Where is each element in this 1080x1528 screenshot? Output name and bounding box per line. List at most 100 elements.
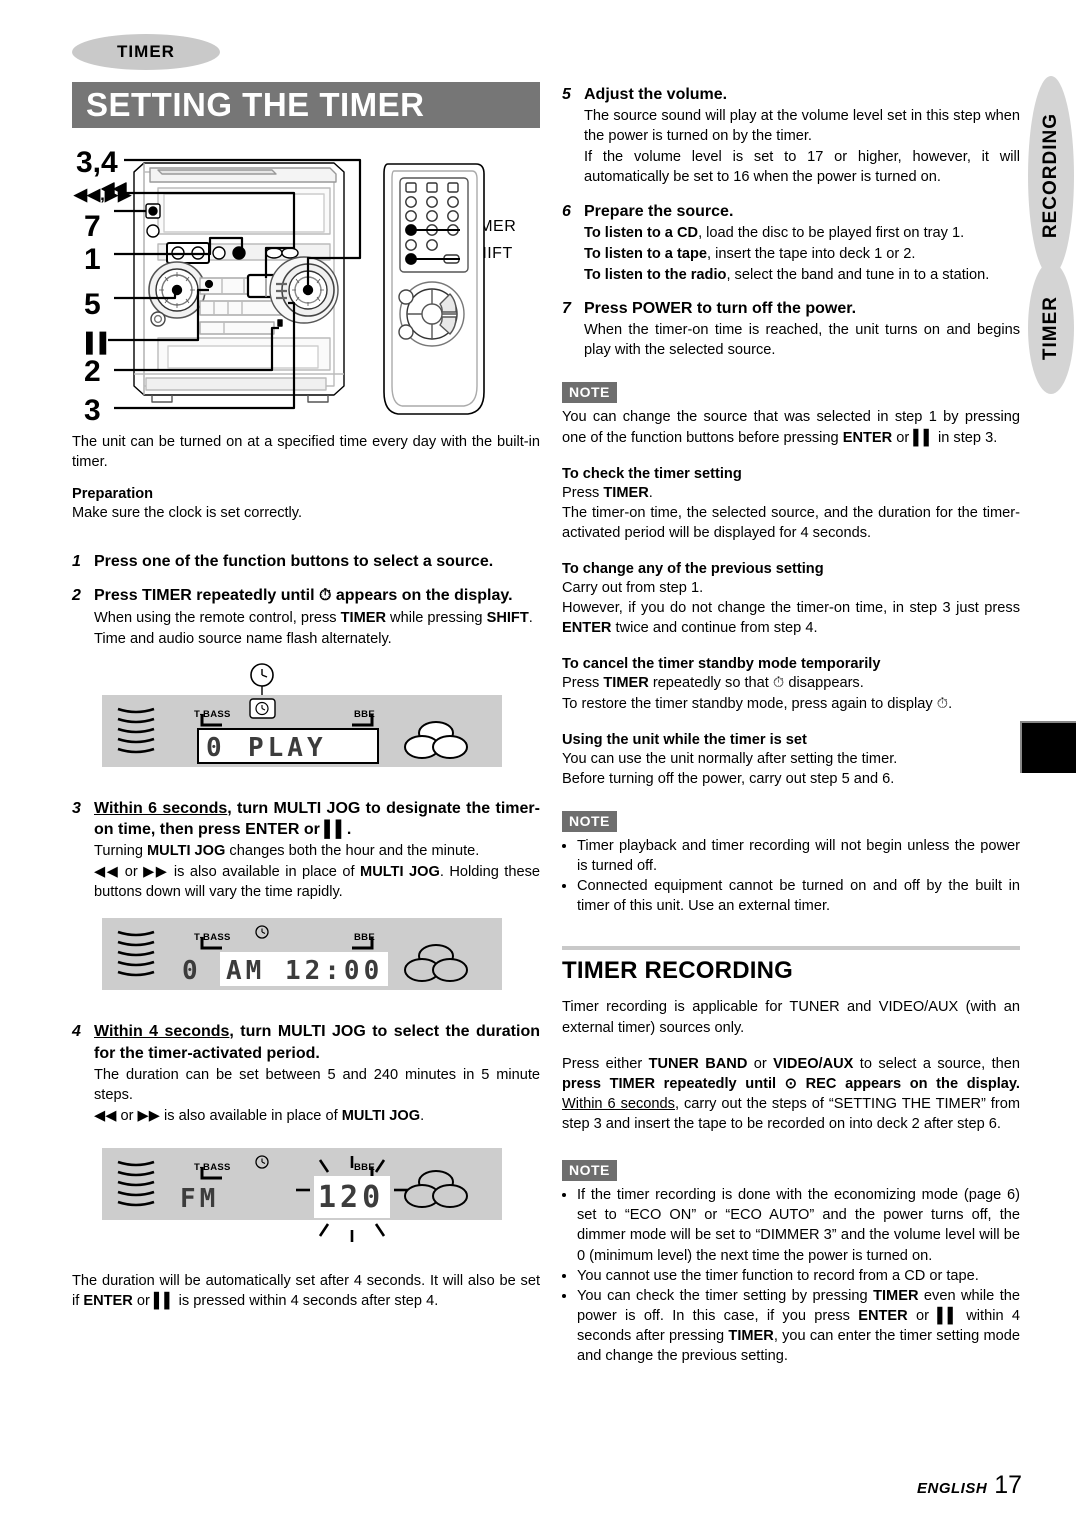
section-using-unit-line-2: Before turning off the power, carry out … — [562, 770, 895, 787]
note-1-badge: NOTE — [562, 382, 617, 404]
page-footer: ENGLISH 17 — [917, 1471, 1022, 1500]
step-4-number: 4 — [72, 1023, 81, 1041]
chapter-tab-label: TIMER — [117, 42, 175, 61]
after-step-4-text: The duration will be automatically set a… — [72, 1273, 540, 1310]
section-cancel-standby-line-1: Press TIMER repeatedly so that ⏱ disappe… — [562, 675, 864, 692]
intro-paragraph: The unit can be turned on at a specified… — [72, 434, 540, 471]
preparation-text: Make sure the clock is set correctly. — [72, 505, 303, 522]
section-cancel-standby: To cancel the timer standby mode tempora… — [562, 656, 1020, 713]
timer-recording-heading: TIMER RECORDING — [562, 957, 793, 985]
section-cancel-standby-line-2: To restore the timer standby mode, press… — [562, 695, 953, 712]
display-play-segment-left: 0 — [206, 732, 226, 763]
display-fm-segment-main: 120 — [318, 1180, 385, 1216]
display-play-tbass: T-BASS — [194, 708, 231, 720]
edge-tab-recording-label: RECORDING — [1040, 113, 1061, 239]
edge-tab-timer[interactable]: TIMER — [1028, 262, 1074, 394]
step-6-radio-rest: , select the band and tune in to a stati… — [726, 266, 990, 283]
right-column: 5 Adjust the volume. The source sound wi… — [562, 84, 1020, 1366]
step-6-cd-rest: , load the disc to be played first on tr… — [698, 224, 965, 241]
system-diagram: 3,4 ◀◀,▶▶ 7 1 5 ▌▌ 2 3 TIMER SHIFT — [72, 138, 540, 428]
step-6-sub-tape: To listen to a tape, insert the tape int… — [584, 244, 1020, 264]
note-1-text: You can change the source that was selec… — [562, 409, 1020, 446]
timer-recording-section: TIMER RECORDING Timer recording is appli… — [562, 946, 1020, 1134]
section-change-setting-heading: To change any of the previous setting — [562, 561, 824, 578]
step-3-title: Within 6 seconds, turn MULTI JOG to desi… — [94, 798, 540, 840]
step-7-sub-1: When the timer-on time is reached, the u… — [584, 322, 1020, 359]
display-fm-segment-left: FM — [180, 1184, 220, 1215]
note-3-item-1: If the timer recording is done with the … — [577, 1185, 1020, 1266]
section-cancel-standby-heading: To cancel the timer standby mode tempora… — [562, 656, 881, 673]
step-6-tape-bold: To listen to a tape — [584, 245, 707, 262]
note-2-badge: NOTE — [562, 810, 617, 832]
display-fm-tbass: T-BASS — [194, 1162, 231, 1174]
step-6-cd-bold: To listen to a CD — [584, 224, 699, 241]
diagram-art — [101, 158, 485, 415]
display-fm-120: T-BASS BBE FM 120 — [102, 1138, 502, 1253]
footer-page-number: 17 — [994, 1471, 1022, 1499]
step-7-title: Press POWER to turn off the power. — [584, 300, 857, 318]
step-3-title-underline: Within 6 seconds — [94, 799, 228, 817]
step-2-number: 2 — [72, 587, 81, 605]
step-4-title: Within 4 seconds, turn MULTI JOG to sele… — [94, 1021, 540, 1063]
display-am-12-00: T-BASS BBE 0 AM 12:00 — [102, 916, 502, 1007]
step-1: 1 Press one of the function buttons to s… — [72, 551, 540, 572]
display-am-segment-main: AM 12:00 — [226, 956, 384, 987]
display-play: T-BASS BBE 0 PLAY — [102, 663, 502, 780]
step-3-sub-2: ◀◀ or ▶▶ is also available in place of M… — [94, 864, 540, 901]
display-play-segment-main: PLAY — [248, 732, 327, 763]
step-4-sub-1: The duration can be set between 5 and 24… — [94, 1066, 540, 1103]
section-using-unit-line-1: You can use the unit normally after sett… — [562, 750, 898, 767]
note-3-badge: NOTE — [562, 1160, 617, 1182]
edge-tab-timer-label: TIMER — [1040, 295, 1061, 361]
section-check-timer: To check the timer setting Press TIMER. … — [562, 466, 1020, 543]
note-1: NOTE You can change the source that was … — [562, 382, 1020, 447]
section-change-setting-line-1: Carry out from step 1. — [562, 580, 704, 597]
section-using-unit: Using the unit while the timer is set Yo… — [562, 732, 1020, 789]
step-6-radio-bold: To listen to the radio — [584, 266, 727, 283]
tr-p2-tuner-band: TUNER BAND — [648, 1055, 748, 1072]
left-column: TIMER SETTING THE TIMER 3,4 ◀◀,▶▶ 7 1 5 … — [72, 34, 540, 1311]
step-6: 6 Prepare the source. To listen to a CD,… — [562, 201, 1020, 285]
note-3-list: If the timer recording is done with the … — [562, 1185, 1020, 1366]
note-2-list: Timer playback and timer recording will … — [562, 836, 1020, 917]
step-4: 4 Within 4 seconds, turn MULTI JOG to se… — [72, 1021, 540, 1126]
step-5: 5 Adjust the volume. The source sound wi… — [562, 84, 1020, 188]
step-1-title: Press one of the function buttons to sel… — [94, 553, 494, 571]
step-6-sub-cd: To listen to a CD, load the disc to be p… — [584, 223, 1020, 243]
note-3-item-3: You can check the timer setting by press… — [577, 1286, 1020, 1367]
step-6-tape-rest: , insert the tape into deck 1 or 2. — [706, 245, 916, 262]
tr-p2-bold-instruction: press TIMER repeatedly until ⊙ REC appea… — [562, 1075, 1020, 1092]
note-2-item-1: Timer playback and timer recording will … — [577, 836, 1020, 876]
edge-tab-recording[interactable]: RECORDING — [1028, 76, 1074, 276]
section-using-unit-heading: Using the unit while the timer is set — [562, 731, 807, 748]
footer-language: ENGLISH — [917, 1480, 988, 1497]
step-6-number: 6 — [562, 202, 571, 220]
step-7-number: 7 — [562, 300, 571, 318]
step-6-sub-radio: To listen to the radio, select the band … — [584, 265, 1020, 285]
display-am-tbass: T-BASS — [194, 932, 231, 944]
tr-p2-e: to select a source, then — [853, 1055, 1020, 1072]
note-2-item-2: Connected equipment cannot be turned on … — [577, 876, 1020, 916]
chapter-tab-timer: TIMER — [72, 34, 220, 70]
section-check-timer-heading: To check the timer setting — [562, 465, 742, 482]
section-check-timer-line-2: The timer-on time, the selected source, … — [562, 504, 1020, 541]
step-2-sub-2: Time and audio source name flash alterna… — [94, 630, 392, 647]
display-am-segment-left: 0 — [182, 956, 202, 987]
step-5-number: 5 — [562, 86, 571, 103]
step-5-sub-2: If the volume level is set to 17 or high… — [584, 149, 1020, 186]
section-change-setting-line-2: However, if you do not change the timer-… — [562, 600, 1020, 637]
step-4-sub-2: ◀◀ or ▶▶ is also available in place of M… — [94, 1107, 425, 1124]
display-fm-art — [102, 1148, 502, 1243]
step-3-number: 3 — [72, 799, 81, 817]
step-2-title-pre: Press TIMER repeatedly until — [94, 587, 319, 605]
section-change-setting: To change any of the previous setting Ca… — [562, 561, 1020, 638]
display-fm-bbe: BBE — [354, 1162, 375, 1174]
step-2-title-post: appears on the display. — [331, 587, 513, 605]
step-3: 3 Within 6 seconds, turn MULTI JOG to de… — [72, 798, 540, 903]
display-am-bbe: BBE — [354, 932, 375, 944]
note-3-item-2: You cannot use the timer function to rec… — [577, 1266, 1020, 1286]
step-7: 7 Press POWER to turn off the power. Whe… — [562, 298, 1020, 360]
step-2-title: Press TIMER repeatedly until ⏱ appears o… — [94, 585, 540, 606]
edge-tab-marker — [1020, 721, 1076, 773]
tr-p2-a: Press either — [562, 1055, 649, 1072]
